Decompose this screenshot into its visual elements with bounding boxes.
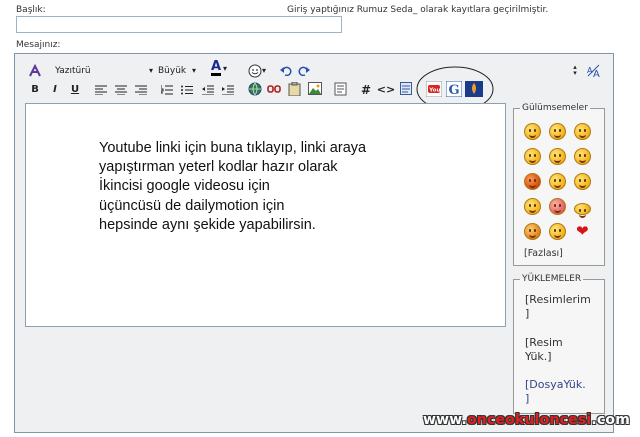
site-watermark: www.onceokuloncesi.com: [423, 412, 630, 428]
my-images-link[interactable]: [Resimlerim ]: [525, 293, 605, 321]
watermark-suffix: .com: [591, 412, 630, 428]
smiley-icon[interactable]: [549, 148, 566, 165]
message-line: üçüncüsü de dailymotion için: [99, 197, 285, 214]
smiley-icon[interactable]: [524, 198, 541, 215]
watermark-prefix: www.: [422, 412, 467, 428]
smiley-icon[interactable]: [574, 203, 591, 218]
more-smileys-link[interactable]: [Fazlası]: [524, 248, 563, 259]
heart-icon[interactable]: ❤: [576, 224, 589, 239]
uploads-legend: YÜKLEMELER: [522, 274, 582, 284]
blush-smiley-icon[interactable]: [549, 198, 566, 215]
message-line: yapıştırman yeterl kodlar hazır olarak: [99, 159, 338, 176]
smiley-icon[interactable]: [574, 173, 591, 190]
watermark-brand: onceokuloncesi: [466, 412, 592, 428]
smiley-icon[interactable]: [574, 123, 591, 140]
smiley-icon[interactable]: [574, 148, 591, 165]
smiley-icon[interactable]: [549, 223, 566, 240]
smileys-legend: Gülümsemeler: [522, 103, 588, 113]
smiley-icon[interactable]: [524, 123, 541, 140]
angry-smiley-icon[interactable]: [524, 173, 541, 190]
message-text: Youtube linki için buna tıklayıp, linki …: [99, 139, 459, 235]
image-upload-link[interactable]: [Resim Yük.]: [525, 336, 605, 364]
smiley-icon[interactable]: [549, 173, 566, 190]
smiley-icon[interactable]: [524, 148, 541, 165]
message-line: İkincisi google videosu için: [99, 178, 270, 195]
party-smiley-icon[interactable]: [524, 223, 541, 240]
file-upload-link[interactable]: [DosyaYük. ]: [525, 378, 605, 406]
smiley-icon[interactable]: [549, 123, 566, 140]
message-line: Youtube linki için buna tıklayıp, linki …: [99, 140, 367, 156]
message-line: hepsinde aynı şekide yapabilirsin.: [99, 216, 316, 233]
